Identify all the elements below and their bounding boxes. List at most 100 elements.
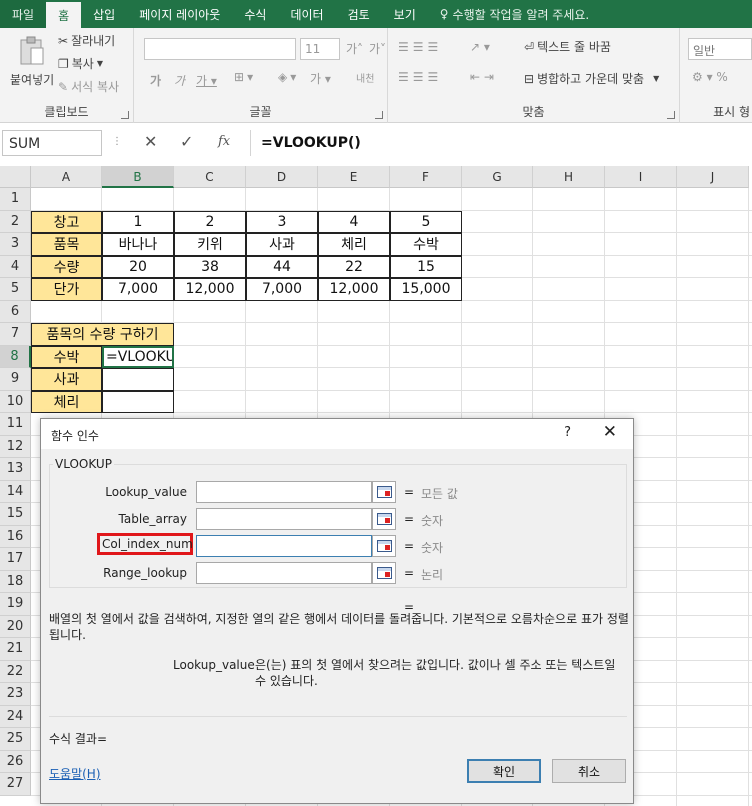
tab-file[interactable]: 파일 [0,0,47,28]
column-header-j[interactable]: J [677,166,749,188]
table-cell[interactable]: 38 [174,255,246,278]
vertical-align-buttons[interactable]: ☰☰☰ [398,40,442,54]
row-header-17[interactable]: 17 [0,548,31,571]
italic-button[interactable]: 가 [174,72,185,89]
lookup-title-cell[interactable]: 품목의 수량 구하기 [31,323,174,346]
name-box[interactable]: SUM [2,130,102,156]
argument-input[interactable] [196,481,372,503]
column-header-b[interactable]: B [102,166,174,188]
table-cell[interactable]: 사과 [246,233,318,256]
row-header-21[interactable]: 21 [0,638,31,661]
font-name-input[interactable] [144,38,296,60]
column-header-f[interactable]: F [390,166,462,188]
tab-page-layout[interactable]: 페이지 레이아웃 [127,0,232,28]
help-link[interactable]: 도움말(H) [49,765,101,782]
font-color-button[interactable]: 가 ▾ [310,70,331,87]
table-cell[interactable]: 품목 [31,233,102,256]
argument-input[interactable] [196,562,372,584]
row-header-23[interactable]: 23 [0,683,31,706]
row-header-3[interactable]: 3 [0,233,31,256]
insert-function-icon[interactable]: fx [218,134,230,149]
column-header-g[interactable]: G [462,166,533,188]
ok-button[interactable]: 확인 [467,759,541,783]
lookup-result-cell[interactable] [102,390,174,413]
formula-input[interactable]: =VLOOKUP() [250,130,752,156]
row-header-15[interactable]: 15 [0,503,31,526]
tab-view[interactable]: 보기 [382,0,428,28]
underline-button[interactable]: 가 ▾ [196,72,217,89]
table-cell[interactable]: 22 [318,255,390,278]
row-header-24[interactable]: 24 [0,705,31,728]
column-header-i[interactable]: I [605,166,677,188]
row-header-1[interactable]: 1 [0,188,31,211]
table-cell[interactable]: 7,000 [102,278,174,301]
table-cell[interactable]: 44 [246,255,318,278]
lookup-item-cell[interactable]: 사과 [31,368,102,391]
row-header-25[interactable]: 25 [0,728,31,751]
dialog-launcher-icon[interactable] [375,111,383,119]
help-icon[interactable]: ? [564,425,571,440]
row-header-26[interactable]: 26 [0,750,31,773]
row-header-20[interactable]: 20 [0,615,31,638]
tab-data[interactable]: 데이터 [278,0,335,28]
collapse-dialog-button[interactable] [372,481,396,503]
column-header-a[interactable]: A [31,166,102,188]
row-header-7[interactable]: 7 [0,323,31,346]
table-cell[interactable]: 15 [390,255,462,278]
row-header-27[interactable]: 27 [0,773,31,796]
row-header-8[interactable]: 8 [0,345,31,368]
close-icon[interactable]: ✕ [603,422,617,442]
table-cell[interactable]: 창고 [31,210,102,233]
table-cell[interactable]: 1 [102,210,174,233]
enter-icon[interactable]: ✓ [180,132,193,151]
fill-color-button[interactable]: ◈ ▾ [278,70,296,84]
tab-review[interactable]: 검토 [336,0,382,28]
row-header-9[interactable]: 9 [0,368,31,391]
table-cell[interactable]: 2 [174,210,246,233]
row-header-13[interactable]: 13 [0,458,31,481]
table-cell[interactable]: 15,000 [390,278,462,301]
dialog-launcher-icon[interactable] [121,111,129,119]
grow-font-button[interactable]: 가˄ [346,40,363,57]
paste-button[interactable]: 붙여넣기 [10,36,54,88]
column-header-c[interactable]: C [174,166,246,188]
tab-insert[interactable]: 삽입 [81,0,127,28]
table-cell[interactable]: 7,000 [246,278,318,301]
row-header-10[interactable]: 10 [0,390,31,413]
shrink-font-button[interactable]: 가˅ [369,40,386,57]
orientation-button[interactable]: ↗ ▾ [470,40,490,54]
table-cell[interactable]: 12,000 [318,278,390,301]
table-cell[interactable]: 단가 [31,278,102,301]
collapse-dialog-button[interactable] [372,508,396,530]
table-cell[interactable]: 수박 [390,233,462,256]
phonetic-button[interactable]: 내천 [356,70,374,85]
cancel-icon[interactable]: ✕ [144,132,157,151]
bold-button[interactable]: 가 [150,72,161,89]
tell-me-search[interactable]: ♀ 수행할 작업을 알려 주세요. [428,0,602,28]
row-header-2[interactable]: 2 [0,210,31,233]
row-header-6[interactable]: 6 [0,300,31,323]
collapse-dialog-button[interactable] [372,535,396,557]
row-header-14[interactable]: 14 [0,480,31,503]
copy-button[interactable]: ❐ 복사 ▼ [58,55,103,72]
table-cell[interactable]: 키위 [174,233,246,256]
row-header-4[interactable]: 4 [0,255,31,278]
table-cell[interactable]: 12,000 [174,278,246,301]
argument-input[interactable] [196,508,372,530]
lookup-item-cell[interactable]: 수박 [31,345,102,368]
table-cell[interactable]: 5 [390,210,462,233]
indent-buttons[interactable]: ⇤ ⇥ [470,70,494,84]
row-header-11[interactable]: 11 [0,413,31,436]
font-size-input[interactable]: 11 [300,38,340,60]
table-cell[interactable]: 수량 [31,255,102,278]
dialog-launcher-icon[interactable] [667,111,675,119]
format-painter-button[interactable]: ✎ 서식 복사 [58,78,119,95]
cancel-button[interactable]: 취소 [552,759,626,783]
table-cell[interactable]: 4 [318,210,390,233]
row-header-18[interactable]: 18 [0,570,31,593]
select-all-corner[interactable] [0,166,31,188]
wrap-text-button[interactable]: ⏎ 텍스트 줄 바꿈 [524,38,611,55]
row-header-19[interactable]: 19 [0,593,31,616]
column-header-h[interactable]: H [533,166,605,188]
row-header-5[interactable]: 5 [0,278,31,301]
